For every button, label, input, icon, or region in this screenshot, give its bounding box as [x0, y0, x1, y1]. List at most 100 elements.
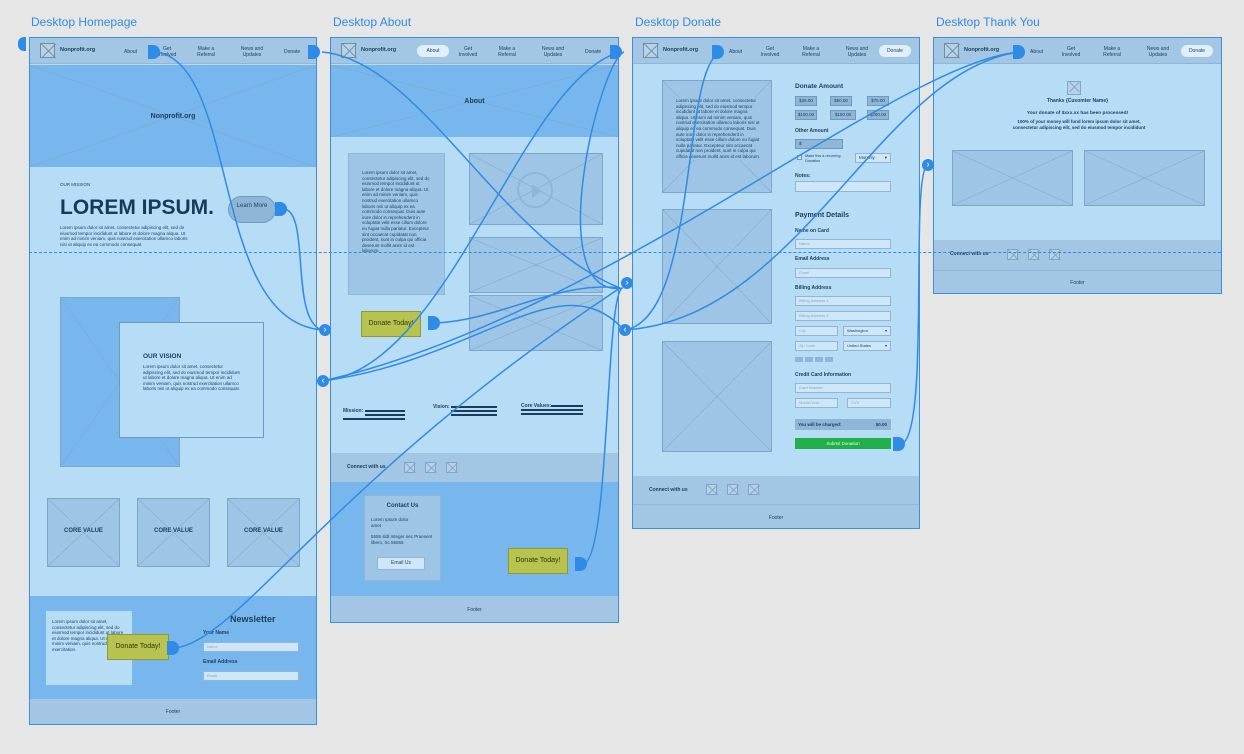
frame-title-donate: Desktop Donate — [635, 15, 722, 29]
arrow-left-icon[interactable]: ‹ — [619, 324, 631, 336]
amount-50[interactable]: $50.00 — [830, 96, 852, 106]
thankyou-frame[interactable]: Nonprofit.org About Get Involved Make a … — [933, 37, 1222, 294]
cvv-input[interactable]: CVV — [847, 398, 891, 408]
facebook-icon[interactable] — [404, 462, 415, 473]
city-input[interactable]: City — [795, 326, 838, 336]
nav-get-involved[interactable]: Get Involved — [1060, 46, 1082, 58]
about-title: About — [464, 98, 485, 105]
card-name-input[interactable]: Name — [795, 239, 891, 249]
instagram-icon[interactable] — [446, 462, 457, 473]
twitter-icon[interactable] — [727, 484, 738, 495]
facebook-icon[interactable] — [1007, 249, 1018, 260]
learn-more-button[interactable]: Learn More — [228, 196, 276, 223]
arrow-right-icon[interactable]: › — [922, 159, 934, 171]
arrow-left-icon[interactable]: ‹ — [317, 375, 329, 387]
arrow-right-icon[interactable]: › — [621, 277, 633, 289]
month-year-input[interactable]: Month/Year — [795, 398, 838, 408]
nav-brand[interactable]: Nonprofit.org — [60, 47, 95, 53]
frame-title-home: Desktop Homepage — [31, 15, 138, 29]
notes-textarea[interactable] — [795, 181, 891, 192]
instagram-icon[interactable] — [1049, 249, 1060, 260]
core-value-label-3: CORE VALUE — [244, 528, 283, 534]
link-handle-home-start[interactable] — [18, 37, 26, 51]
homepage-frame[interactable]: Nonprofit.org About Get Involved Make a … — [29, 37, 317, 725]
name-on-card-label: Name on Card — [795, 228, 829, 234]
nav-news[interactable]: News and Updates — [841, 46, 873, 58]
footer: Footer — [934, 270, 1221, 293]
facebook-icon[interactable] — [706, 484, 717, 495]
billing-2-input[interactable]: Billing Address 2 — [795, 311, 891, 321]
nav-about[interactable]: About — [124, 49, 137, 55]
connect-label: Connect with us — [649, 487, 688, 493]
recurring-checkbox[interactable] — [797, 155, 802, 160]
card-type-icons[interactable] — [795, 357, 835, 362]
other-amount-label: Other Amount — [795, 128, 829, 134]
state-select[interactable]: Washington ▾ — [843, 326, 891, 336]
chevron-down-icon: ▾ — [884, 155, 887, 160]
link-handle-about-nav[interactable] — [610, 45, 622, 59]
thanks-image-1 — [952, 150, 1073, 206]
nav-brand[interactable]: Nonprofit.org — [663, 47, 698, 53]
nav-news[interactable]: News and Updates — [537, 46, 569, 58]
donate-today-button-2[interactable]: Donate Today! — [508, 548, 568, 574]
donate-today-button[interactable]: Donate Today! — [107, 634, 169, 660]
nav-brand[interactable]: Nonprofit.org — [964, 47, 999, 53]
headline: LOREM IPSUM. — [60, 196, 215, 219]
about-frame[interactable]: Nonprofit.org About Get Involved Make a … — [330, 37, 619, 623]
newsletter-name-input[interactable]: Name — [203, 642, 299, 652]
nav-referral[interactable]: Make a Referral — [493, 46, 521, 58]
charge-summary: You will be charged: $0.00 — [795, 419, 891, 430]
nav-donate-active[interactable]: Donate — [1181, 45, 1213, 57]
donate-frame[interactable]: Nonprofit.org About Get Involved Make a … — [632, 37, 920, 529]
frequency-select[interactable]: Monthly ▾ — [855, 153, 891, 163]
link-handle-nav-donate[interactable] — [308, 45, 320, 59]
other-amount-input[interactable]: $ — [795, 139, 843, 149]
twitter-icon[interactable] — [1028, 249, 1039, 260]
nav-news[interactable]: News and Updates — [236, 46, 268, 58]
amount-75[interactable]: $75.00 — [867, 96, 889, 106]
recurring-label: Make this a recurring Donation — [805, 154, 841, 163]
frame-title-about: Desktop About — [333, 15, 412, 29]
play-icon[interactable] — [517, 172, 553, 208]
nav-donate[interactable]: Donate — [284, 49, 300, 55]
amount-150[interactable]: $150.00 — [830, 110, 856, 120]
billing-1-input[interactable]: Billing Address 1 — [795, 296, 891, 306]
nav-get-involved[interactable]: Get Involved — [457, 46, 479, 58]
vision-label: Vision: — [433, 404, 450, 410]
nav-about-active[interactable]: About — [417, 45, 449, 57]
amount-200[interactable]: $200.00 — [867, 110, 889, 120]
connect-label: Connect with us — [347, 464, 386, 470]
your-name-label: Your Name — [203, 630, 230, 636]
nav-referral[interactable]: Make a Referral — [1098, 46, 1126, 58]
nav-about[interactable]: About — [729, 49, 742, 55]
instagram-icon[interactable] — [748, 484, 759, 495]
twitter-icon[interactable] — [425, 462, 436, 473]
fold-line — [29, 252, 1221, 253]
email-us-button[interactable]: Email Us — [377, 557, 425, 570]
nav-donate[interactable]: Donate — [585, 49, 601, 55]
card-number-input[interactable]: Card Number — [795, 383, 891, 393]
contact-title: Contact Us — [386, 503, 419, 509]
nav-get-involved[interactable]: Get Involved — [759, 46, 781, 58]
country-select[interactable]: United States ▾ — [843, 341, 891, 351]
nav-news[interactable]: News and Updates — [1142, 46, 1174, 58]
frequency-value: Monthly — [859, 155, 875, 160]
donate-today-button[interactable]: Donate Today! — [361, 311, 421, 337]
nav-about[interactable]: About — [1030, 49, 1043, 55]
nav-donate-active[interactable]: Donate — [879, 45, 911, 57]
donate-image-2 — [662, 209, 772, 324]
logo-icon — [944, 43, 959, 58]
vision-card: OUR VISION Lorem ipsum dolor sit amet, c… — [119, 322, 264, 438]
footer: Footer — [30, 699, 316, 724]
nav-referral[interactable]: Make a Referral — [797, 46, 825, 58]
zip-input[interactable]: Zip Code — [795, 341, 838, 351]
amount-100[interactable]: $100.00 — [795, 110, 817, 120]
payment-title: Payment Details — [795, 212, 850, 219]
submit-donation-button[interactable]: Submit Donation — [795, 438, 891, 449]
nav-brand[interactable]: Nonprofit.org — [361, 47, 396, 53]
arrow-right-icon[interactable]: › — [319, 324, 331, 336]
email-input[interactable]: Email — [795, 268, 891, 278]
nav-referral[interactable]: Make a Referral — [192, 46, 220, 58]
newsletter-email-input[interactable]: Email — [203, 671, 299, 681]
amount-25[interactable]: $25.00 — [795, 96, 817, 106]
